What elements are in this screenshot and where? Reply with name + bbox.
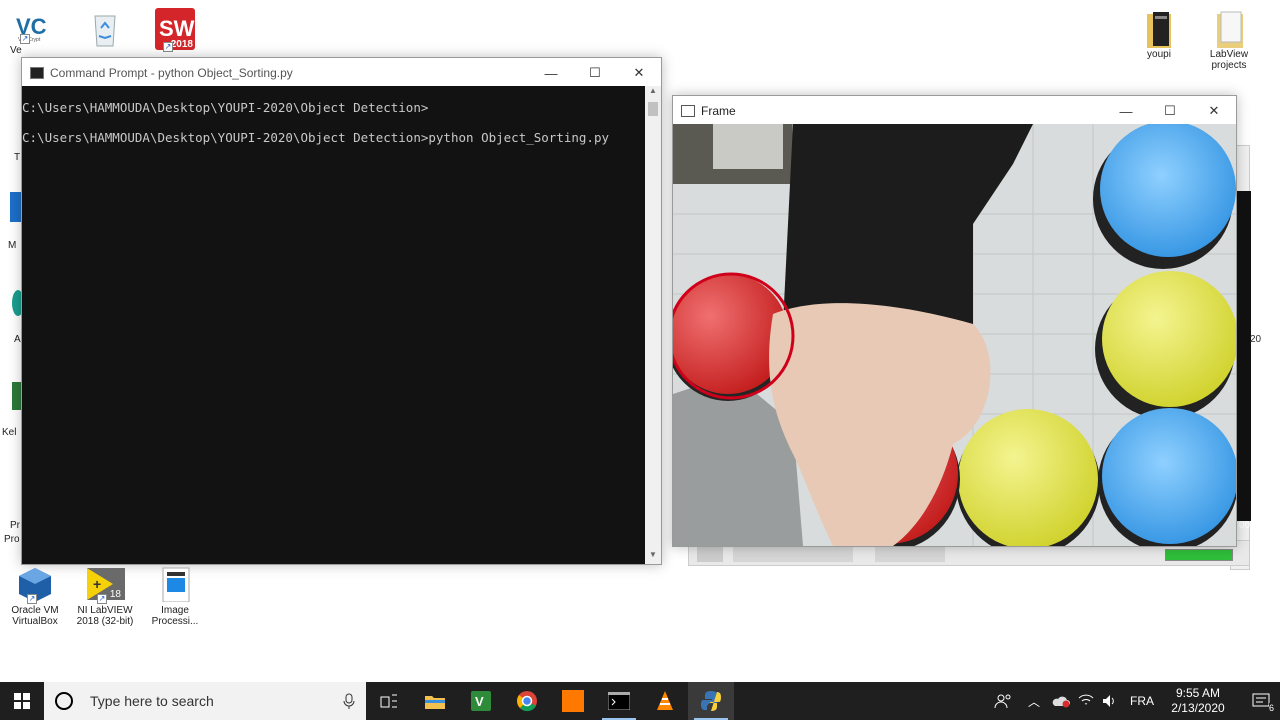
edge-label: Pro [4, 534, 20, 545]
frame-titlebar[interactable]: Frame — ☐ ✕ [673, 96, 1236, 126]
people-icon[interactable] [994, 692, 1014, 710]
notification-icon [1252, 693, 1270, 707]
close-button[interactable]: ✕ [1192, 96, 1236, 126]
frame-window[interactable]: Frame — ☐ ✕ [672, 95, 1237, 547]
taskbar-visual-studio[interactable]: V [458, 682, 504, 720]
clock[interactable]: 9:55 AM 2/13/2020 [1168, 686, 1228, 716]
labview-icon: + 18 ↗ [85, 566, 125, 604]
edge-label: M [8, 240, 17, 251]
chrome-icon [517, 691, 537, 712]
behind-value: 20 [1250, 334, 1262, 345]
task-view-button[interactable] [366, 682, 412, 720]
desktop-icon-label: youpi [1147, 49, 1171, 60]
desktop-icon-recycle-bin[interactable] [70, 8, 140, 47]
desktop-icon-virtualbox[interactable]: ↗ Oracle VM VirtualBox [0, 566, 70, 627]
chevron-up-icon[interactable]: ︿ [1028, 693, 1040, 710]
svg-text:V: V [475, 694, 484, 709]
volume-bar[interactable] [1165, 549, 1233, 561]
cmd-line: C:\Users\HAMMOUDA\Desktop\YOUPI-2020\Obj… [22, 100, 429, 115]
folder-icon [1211, 10, 1247, 48]
cmd-title: Command Prompt - python Object_Sorting.p… [50, 66, 293, 80]
veracrypt-icon: VCVeraCrypt ↗ [16, 14, 47, 44]
taskbar-vlc[interactable] [642, 682, 688, 720]
scroll-thumb[interactable] [648, 102, 658, 116]
solidworks-icon: SW 2018 ↗ [153, 6, 197, 52]
virtualbox-icon: ↗ [17, 566, 53, 604]
command-prompt-icon [608, 692, 630, 710]
behind-value: 00 [1239, 520, 1251, 531]
network-icon[interactable] [1078, 694, 1094, 708]
windows-logo-icon [14, 693, 30, 709]
task-view-icon [380, 694, 397, 708]
edge-label: A [14, 334, 21, 345]
folder-icon [1141, 10, 1177, 48]
microphone-icon[interactable] [342, 693, 356, 709]
video-file-icon [157, 566, 193, 603]
scroll-down-arrow-icon[interactable]: ▼ [645, 550, 661, 564]
clock-date: 2/13/2020 [1171, 701, 1225, 715]
file-explorer-icon [425, 696, 445, 709]
desktop-icon-veracrypt[interactable]: VCVeraCrypt ↗ Ve [0, 10, 60, 56]
cmd-line: C:\Users\HAMMOUDA\Desktop\YOUPI-2020\Obj… [22, 130, 609, 145]
search-placeholder: Type here to search [90, 693, 214, 709]
desktop-icon-labview[interactable]: + 18 ↗ NI LabVIEW 2018 (32-bit) [70, 566, 140, 627]
maximize-button[interactable]: ☐ [1148, 96, 1192, 126]
desktop-icon-labview-projects[interactable]: LabView projects [1194, 10, 1264, 71]
minimize-button[interactable]: — [529, 58, 573, 88]
taskbar-file-explorer[interactable] [412, 682, 458, 720]
cmd-console[interactable]: C:\Users\HAMMOUDA\Desktop\YOUPI-2020\Obj… [22, 86, 645, 564]
solidworks-version: 2018 [170, 39, 193, 50]
desktop-icon-label: LabView projects [1209, 49, 1249, 71]
maximize-button[interactable]: ☐ [573, 58, 617, 88]
frame-icon [681, 105, 695, 117]
desktop-icon-label: NI LabVIEW 2018 (32-bit) [76, 605, 134, 627]
taskbar-python[interactable] [688, 682, 734, 720]
recycle-bin-icon [87, 8, 123, 47]
taskbar-command-prompt[interactable] [596, 682, 642, 720]
svg-text:+: + [93, 576, 101, 592]
cmd-scrollbar[interactable]: ▲ ▼ [645, 86, 661, 564]
action-center-button[interactable]: 6 [1242, 682, 1280, 720]
desktop-icon-image-processing[interactable]: Image Processi... [140, 566, 210, 627]
python-icon [701, 691, 721, 711]
taskbar-orange[interactable] [550, 682, 596, 720]
taskbar-search-box[interactable]: Type here to search [44, 682, 366, 720]
desktop-icon-label: Ve [10, 45, 22, 56]
notification-count: 6 [1268, 703, 1274, 713]
orange-app-icon [562, 690, 584, 712]
close-button[interactable]: ✕ [617, 58, 661, 88]
minimize-button[interactable]: — [1104, 96, 1148, 126]
clock-time: 9:55 AM [1175, 686, 1221, 700]
visual-studio-icon: V [471, 691, 491, 711]
camera-frame [673, 124, 1236, 546]
onedrive-icon[interactable] [1052, 694, 1070, 708]
volume-icon[interactable] [1102, 694, 1118, 708]
command-prompt-window[interactable]: Command Prompt - python Object_Sorting.p… [21, 57, 662, 565]
desktop-icon-label: Oracle VM VirtualBox [11, 605, 59, 627]
language-indicator[interactable]: FRA [1130, 694, 1154, 708]
edge-label: Kel [2, 427, 17, 438]
svg-text:SW: SW [159, 16, 195, 41]
start-button[interactable] [0, 682, 44, 720]
scroll-up-arrow-icon[interactable]: ▲ [645, 86, 661, 100]
system-tray: ︿ FRA 9:55 AM 2/13/2020 6 [994, 682, 1280, 720]
taskbar-chrome[interactable] [504, 682, 550, 720]
cmd-icon [30, 67, 44, 79]
frame-title: Frame [701, 104, 736, 118]
edge-label: Pr [10, 520, 20, 531]
edge-label: T [14, 152, 21, 163]
taskbar: Type here to search V ︿ FRA 9:55 AM 2/13… [0, 682, 1280, 720]
cortana-circle-icon [55, 692, 73, 710]
labview-badge: 18 [109, 589, 121, 600]
camera-scene [673, 124, 1236, 546]
cmd-titlebar[interactable]: Command Prompt - python Object_Sorting.p… [22, 58, 661, 88]
desktop-icon-solidworks[interactable]: SW 2018 ↗ [140, 6, 210, 53]
desktop-icon-label: Image Processi... [151, 605, 199, 627]
desktop-icon-youpi[interactable]: youpi [1124, 10, 1194, 60]
vlc-icon [657, 691, 673, 710]
